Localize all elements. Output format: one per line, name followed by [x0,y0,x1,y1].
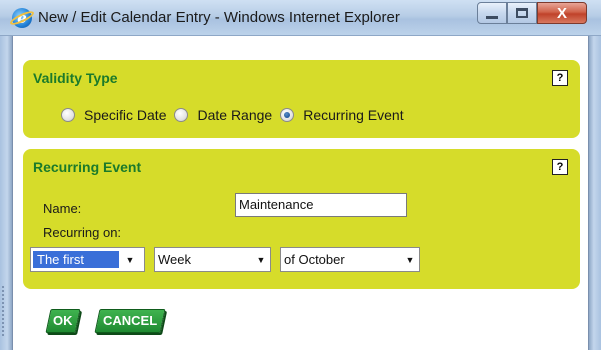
dropdown-arrow-icon[interactable]: ▼ [252,255,270,265]
dropdown-arrow-icon[interactable]: ▼ [401,255,419,265]
cancel-button[interactable]: CANCEL [94,309,166,333]
month-select[interactable]: of October ▼ [280,247,420,272]
month-select-value: of October [284,252,345,267]
recurring-on-label: Recurring on: [43,225,122,240]
unit-select-value: Week [158,252,191,267]
title-bar[interactable]: e New / Edit Calendar Entry - Windows In… [0,0,601,36]
window-frame-right [589,36,601,350]
dropdown-arrow-icon[interactable]: ▼ [121,255,139,265]
radio-recurring-event[interactable]: Recurring Event [280,107,404,123]
resize-grip [2,286,7,336]
browser-window: e New / Edit Calendar Entry - Windows In… [0,0,601,350]
name-label: Name: [43,201,82,216]
radio-button-icon[interactable] [61,108,75,122]
radio-recurring-event-label: Recurring Event [303,107,404,123]
ordinal-select[interactable]: The first ▼ [30,247,145,272]
validity-type-title: Validity Type [33,70,118,86]
radio-button-icon[interactable] [174,108,189,122]
radio-specific-date-label: Specific Date [84,107,167,123]
close-icon: X [556,4,567,22]
validity-type-panel: Validity Type ? Specific Date Date Range… [23,60,580,138]
maximize-button[interactable] [507,2,537,24]
window-controls: X [477,2,587,24]
close-button[interactable]: X [537,2,587,24]
validity-type-radios: Specific Date Date Range Recurring Event [61,107,412,123]
ok-button-label: OK [53,313,73,328]
radio-button-checked-icon[interactable] [280,108,295,122]
radio-date-range[interactable]: Date Range [174,107,272,123]
recurring-event-panel: Recurring Event ? Name: Maintenance Recu… [23,149,580,289]
radio-specific-date[interactable]: Specific Date [61,107,166,123]
ordinal-select-value: The first [33,251,119,268]
recurring-help-button[interactable]: ? [552,159,568,175]
validity-help-button[interactable]: ? [552,70,568,86]
window-frame-left [0,36,12,350]
name-input[interactable]: Maintenance [235,193,407,217]
maximize-icon [516,8,528,18]
minimize-icon [486,15,498,19]
minimize-button[interactable] [477,2,507,24]
recurring-event-title: Recurring Event [33,159,142,175]
unit-select[interactable]: Week ▼ [154,247,271,272]
radio-date-range-label: Date Range [197,107,273,123]
internet-explorer-icon: e [8,8,36,28]
cancel-button-label: CANCEL [102,313,158,328]
ok-button[interactable]: OK [45,309,81,333]
window-title: New / Edit Calendar Entry - Windows Inte… [38,9,400,26]
